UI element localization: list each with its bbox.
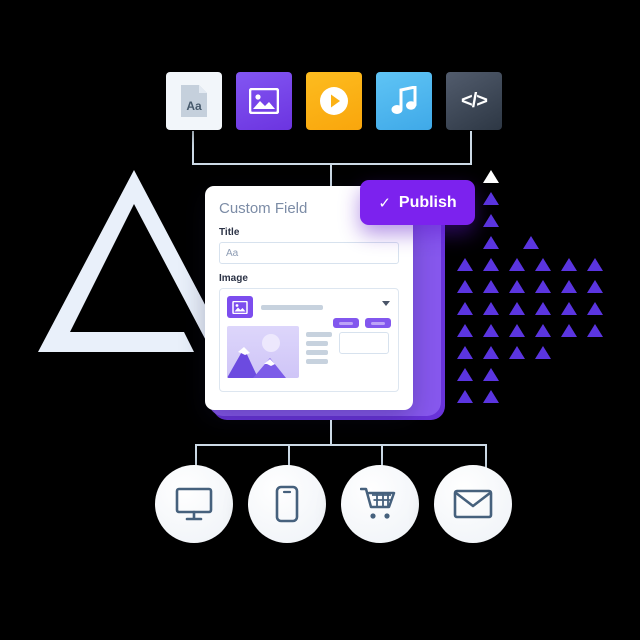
email-channel[interactable] bbox=[434, 465, 512, 543]
media-type-card-row: Aa </> bbox=[166, 72, 507, 132]
placeholder-line bbox=[306, 350, 328, 355]
code-card[interactable]: </> bbox=[446, 72, 507, 130]
envelope-icon bbox=[453, 489, 493, 519]
desktop-monitor-icon bbox=[175, 487, 213, 521]
placeholder-line bbox=[306, 359, 328, 364]
audio-card[interactable] bbox=[376, 72, 437, 130]
connector-bottom-horizontal bbox=[195, 444, 487, 446]
remove-button[interactable] bbox=[365, 318, 391, 328]
caption-input[interactable] bbox=[339, 332, 389, 354]
music-note-icon bbox=[391, 86, 417, 114]
desktop-channel[interactable] bbox=[155, 465, 233, 543]
picture-icon bbox=[249, 88, 279, 114]
image-widget bbox=[219, 288, 399, 392]
placeholder-line bbox=[306, 332, 332, 337]
mountain-photo-placeholder bbox=[227, 326, 299, 378]
placeholder-line bbox=[306, 341, 328, 346]
illustration-canvas: Aa </> Custom Field Title Aa Image ✓ Pub… bbox=[0, 0, 640, 640]
publish-button[interactable]: ✓ Publish bbox=[360, 180, 475, 225]
check-icon: ✓ bbox=[378, 194, 391, 212]
connector-top-left-vertical bbox=[192, 131, 194, 164]
image-selector-row[interactable] bbox=[227, 296, 391, 318]
code-card-label: </> bbox=[461, 89, 488, 112]
publish-button-label: Publish bbox=[398, 193, 457, 211]
image-action-buttons bbox=[333, 318, 391, 328]
svg-text:Aa: Aa bbox=[186, 99, 202, 113]
connector-top-right-vertical bbox=[470, 131, 472, 164]
ecommerce-channel[interactable] bbox=[341, 465, 419, 543]
text-placeholder-lines bbox=[306, 326, 332, 364]
play-circle-icon bbox=[320, 87, 348, 115]
connector-bottom-drop bbox=[330, 420, 332, 445]
mobile-channel[interactable] bbox=[248, 465, 326, 543]
title-input[interactable]: Aa bbox=[219, 242, 399, 264]
caret-down-icon[interactable] bbox=[382, 301, 390, 306]
connector-top-horizontal bbox=[192, 163, 472, 165]
document-card[interactable]: Aa bbox=[166, 72, 227, 130]
triangle-dot-pattern bbox=[455, 168, 615, 408]
document-aa-icon: Aa bbox=[181, 85, 207, 117]
title-field-label: Title bbox=[219, 227, 240, 238]
shopping-cart-icon bbox=[360, 487, 396, 519]
delta-triangle-logo bbox=[38, 170, 230, 352]
channel-circle-row bbox=[155, 465, 515, 555]
mobile-phone-icon bbox=[275, 485, 299, 523]
video-card[interactable] bbox=[306, 72, 367, 130]
image-name-placeholder-bar bbox=[261, 304, 323, 310]
image-field-label: Image bbox=[219, 273, 248, 284]
image-preview-row bbox=[227, 326, 391, 378]
picture-icon bbox=[227, 296, 253, 318]
edit-button[interactable] bbox=[333, 318, 359, 328]
image-card[interactable] bbox=[236, 72, 297, 130]
